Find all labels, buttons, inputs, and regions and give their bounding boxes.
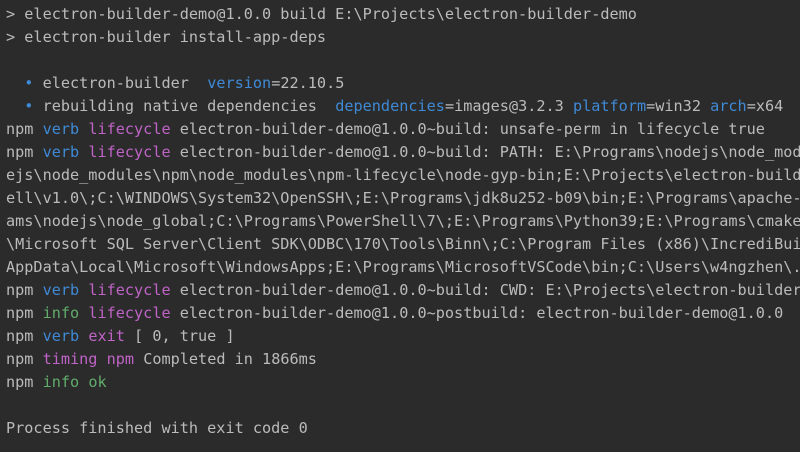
console-text-segment: npm (6, 350, 43, 368)
console-text-segment: electron-builder-demo@1.0.0~build: PATH:… (170, 143, 800, 161)
console-text-segment: platform (572, 97, 647, 115)
console-line: npm timing npm Completed in 1866ms (6, 348, 317, 371)
console-text-segment: =images@3.2.3 (444, 97, 573, 115)
console-text-segment: npm (6, 143, 43, 161)
console-text-segment: electron-builder-demo@1.0.0~postbuild: e… (170, 304, 784, 322)
console-text-segment: exit (88, 327, 125, 345)
console-text-segment: lifecycle (88, 120, 171, 138)
console-text-segment: ell\v1.0\;C:\WINDOWS\System32\OpenSSH\;E… (6, 189, 800, 207)
console-text-segment: verb (42, 120, 80, 138)
console-text-segment: lifecycle (88, 304, 171, 322)
console-text-segment: ams\nodejs\node_global;C:\Programs\Power… (6, 212, 800, 230)
console-text-segment: =22.10.5 (271, 74, 345, 92)
console-line: ejs\node_modules\npm\node_modules\npm-li… (6, 164, 800, 187)
console-line: \Microsoft SQL Server\Client SDK\ODBC\17… (6, 233, 800, 256)
console-text-segment: Process finished with exit code 0 (6, 419, 308, 437)
console-line: ams\nodejs\node_global;C:\Programs\Power… (6, 210, 800, 233)
console-text-segment: arch (710, 97, 747, 115)
console-text-segment (79, 120, 88, 138)
console-text-segment: > electron-builder-demo@1.0.0 build E:\P… (6, 5, 637, 23)
console-text-segment: ok (88, 373, 107, 391)
console-line: npm info ok (6, 371, 107, 394)
console-line: Process finished with exit code 0 (6, 417, 308, 440)
console-text-segment (6, 74, 24, 92)
console-text-segment: electron-builder (33, 74, 208, 92)
console-text-segment: npm (6, 304, 43, 322)
console-text-segment: =win32 (646, 97, 711, 115)
console-text-segment (79, 304, 88, 322)
console-line: AppData\Local\Microsoft\WindowsApps;E:\P… (6, 256, 800, 279)
console-line: npm verb lifecycle electron-builder-demo… (6, 141, 800, 164)
console-text-segment: npm (106, 350, 135, 368)
console-text-segment: > electron-builder install-app-deps (6, 28, 327, 46)
console-line: > electron-builder install-app-deps (6, 26, 326, 49)
console-text-segment: version (207, 74, 272, 92)
console-text-segment: verb (42, 327, 80, 345)
console-text-segment: rebuilding native dependencies (33, 97, 336, 115)
console-line: npm verb lifecycle electron-builder-demo… (6, 118, 765, 141)
console-line: npm verb exit [ 0, true ] (6, 325, 235, 348)
console-text-segment: npm (6, 281, 43, 299)
console-text-segment (79, 281, 88, 299)
console-text-segment: Completed in 1866ms (134, 350, 317, 368)
console-text-segment (79, 143, 88, 161)
run-console-output[interactable]: > electron-builder-demo@1.0.0 build E:\P… (0, 0, 800, 452)
console-text-segment: [ 0, true ] (124, 327, 235, 345)
console-text-segment (79, 327, 88, 345)
console-line: ell\v1.0\;C:\WINDOWS\System32\OpenSSH\;E… (6, 187, 800, 210)
console-text-segment: dependencies (335, 97, 445, 115)
console-text-segment: lifecycle (88, 281, 171, 299)
console-text-segment: \Microsoft SQL Server\Client SDK\ODBC\17… (6, 235, 800, 253)
console-text-segment: verb (42, 143, 80, 161)
console-text-segment: =x64 (746, 97, 784, 115)
console-text-segment (6, 97, 24, 115)
console-text-segment (97, 350, 106, 368)
console-text-segment: lifecycle (88, 143, 171, 161)
console-line: npm info lifecycle electron-builder-demo… (6, 302, 783, 325)
console-text-segment: verb (42, 281, 80, 299)
console-text-segment: info (42, 304, 80, 322)
console-text-segment: AppData\Local\Microsoft\WindowsApps;E:\P… (6, 258, 800, 276)
console-text-segment: timing (42, 350, 98, 368)
console-line: npm verb lifecycle electron-builder-demo… (6, 279, 800, 302)
console-text-segment: npm (6, 120, 43, 138)
console-text-segment: npm (6, 373, 43, 391)
console-line: • electron-builder version=22.10.5 (6, 72, 344, 95)
console-text-segment: electron-builder-demo@1.0.0~build: unsaf… (170, 120, 765, 138)
console-text-segment: electron-builder-demo@1.0.0~build: CWD: … (170, 281, 800, 299)
console-line: > electron-builder-demo@1.0.0 build E:\P… (6, 3, 637, 26)
console-text-segment: npm (6, 327, 43, 345)
console-text-segment (79, 373, 88, 391)
console-text-segment: ejs\node_modules\npm\node_modules\npm-li… (6, 166, 800, 184)
console-line: • rebuilding native dependencies depende… (6, 95, 783, 118)
console-text-segment: info (42, 373, 80, 391)
